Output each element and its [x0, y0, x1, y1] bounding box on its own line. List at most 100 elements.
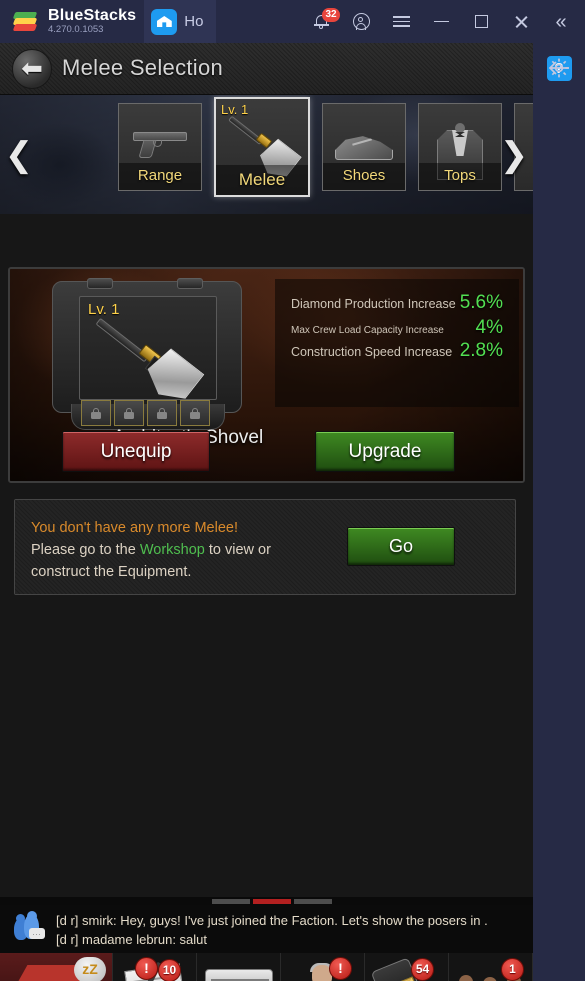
sidebar-back-button[interactable] [533, 43, 585, 93]
chat-message: [d r] smirk: Hey, guys! I've just joined… [56, 913, 488, 928]
notice-line-1: You don't have any more Melee! [31, 520, 238, 536]
stat-label: Max Crew Load Capacity Increase [291, 325, 444, 336]
category-level: Lv. 1 [221, 102, 249, 117]
maximize-button[interactable] [461, 0, 501, 43]
category-tile-tops[interactable]: Tops [418, 103, 502, 191]
notice-line-2-prefix: Please go to the [31, 542, 140, 558]
chat-channel-tab[interactable] [294, 899, 332, 904]
bluestacks-logo-icon [8, 0, 42, 43]
nav-item-faction[interactable]: 1 Faction [449, 953, 533, 981]
stat-row: Construction Speed Increase 2.8% [291, 340, 503, 362]
alert-badge: ! [135, 957, 158, 980]
game-viewport: ⬅ Melee Selection ❮ ❯ Range Lv. 1 Melee [0, 43, 533, 981]
menu-icon [392, 13, 410, 30]
equipped-item: Lv. 1 Architect's Shovel [52, 275, 263, 448]
minimize-icon [433, 20, 449, 23]
notice-text: You don't have any more Melee! Please go… [31, 517, 341, 583]
screen-header: ⬅ Melee Selection [0, 43, 533, 95]
nav-item-enforcers[interactable]: ! Enforcers [281, 953, 365, 981]
go-button[interactable]: Go [347, 527, 455, 566]
alert-badge: ! [329, 957, 352, 980]
gem-slot[interactable] [147, 400, 177, 426]
category-tile-shoes[interactable]: Shoes [322, 103, 406, 191]
chat-panel[interactable]: ... [d r] smirk: Hey, guys! I've just jo… [0, 905, 533, 953]
nav-item-tasks[interactable]: ! 10 Tasks [113, 953, 197, 981]
stat-row: Diamond Production Increase 5.6% [291, 292, 503, 314]
stat-label: Diamond Production Increase [291, 297, 456, 311]
category-tile-melee[interactable]: Lv. 1 Melee [214, 97, 310, 197]
stat-value: 4% [475, 317, 503, 338]
chat-message: [d r] madame lebrun: salut [56, 932, 208, 947]
app-branding: BlueStacks 4.270.0.1053 [48, 6, 137, 36]
stat-value: 2.8% [459, 340, 503, 361]
shovel-icon [95, 311, 206, 397]
gem-slot[interactable] [180, 400, 210, 426]
category-label: Tops [419, 163, 501, 190]
category-strip: ❮ ❯ Range Lv. 1 Melee Shoes Tops [0, 95, 533, 214]
menu-button[interactable] [381, 0, 421, 43]
window-tabs: Ho █ The [0, 0, 533, 981]
count-badge: 10 [158, 959, 181, 981]
lock-icon [91, 407, 101, 419]
chat-messages: [d r] smirk: Hey, guys! I've just joined… [56, 911, 526, 949]
item-level: Lv. 1 [88, 301, 120, 318]
app-name: BlueStacks [48, 6, 137, 24]
stat-row: Max Crew Load Capacity Increase 4% [291, 317, 503, 339]
nav-item-home[interactable]: zZ [0, 953, 113, 981]
gem-slot[interactable] [114, 400, 144, 426]
collapse-icon: « [555, 10, 567, 33]
tab-home-label: Ho [184, 13, 204, 30]
notifications-button[interactable]: 32 [301, 0, 341, 43]
workshop-link[interactable]: Workshop [140, 542, 205, 558]
title-bar: BlueStacks 4.270.0.1053 Ho █ The 32 [0, 0, 585, 981]
category-label: Shoes [323, 163, 405, 190]
maximize-icon [474, 15, 488, 28]
prev-category-button[interactable]: ❮ [4, 133, 34, 177]
tab-home[interactable]: Ho [144, 0, 217, 43]
account-button[interactable] [341, 0, 381, 43]
inventory-icon [205, 969, 273, 981]
stat-value: 5.6% [459, 292, 503, 313]
nav-item-mail[interactable]: 54 Mail [365, 953, 449, 981]
lock-icon [190, 407, 200, 419]
home-icon [151, 8, 178, 35]
unequip-button[interactable]: Unequip [62, 431, 210, 472]
close-icon [514, 14, 529, 29]
titlebar-actions: 32 « [301, 0, 585, 43]
category-tile-range[interactable]: Range [118, 103, 202, 191]
account-icon [352, 13, 370, 31]
back-button[interactable]: ⬅ [12, 49, 52, 89]
next-category-button[interactable]: ❯ [499, 133, 529, 177]
bluestacks-window: BlueStacks 4.270.0.1053 Ho █ The 32 [0, 0, 585, 981]
lock-icon [157, 407, 167, 419]
page-title: Melee Selection [62, 55, 224, 80]
notice-line-2: Please go to the Workshop to view or [31, 539, 341, 561]
gem-slot[interactable] [81, 400, 111, 426]
upgrade-button[interactable]: Upgrade [315, 431, 455, 472]
bluestacks-sidebar: APK [533, 43, 585, 981]
notification-badge: 32 [322, 8, 340, 22]
category-label: Melee [216, 165, 308, 195]
bottom-nav: zZ ! 10 Tasks Inventory ! Enforcers [0, 953, 533, 981]
back-arrow-icon: ⬅ [21, 53, 43, 83]
chat-channel-tabs [0, 897, 533, 905]
chat-bubble-icon: ... [29, 928, 45, 939]
back-icon [548, 61, 569, 75]
count-badge: 1 [501, 958, 524, 981]
count-badge: 54 [411, 958, 434, 981]
app-version: 4.270.0.1053 [48, 24, 104, 36]
nav-item-inventory[interactable]: Inventory [197, 953, 281, 981]
minimize-button[interactable] [421, 0, 461, 43]
category-label: Range [119, 163, 201, 190]
item-case: Lv. 1 [52, 278, 242, 430]
close-button[interactable] [501, 0, 541, 43]
notice-line-2-suffix: to view or [204, 542, 271, 558]
item-portrait[interactable]: Lv. 1 [79, 296, 217, 400]
chat-channel-tab-active[interactable] [253, 899, 291, 904]
chat-channel-tab[interactable] [212, 899, 250, 904]
collapse-sidebar-button[interactable]: « [541, 0, 581, 43]
item-stats-panel: Diamond Production Increase 5.6% Max Cre… [275, 279, 519, 407]
notice-line-3: construct the Equipment. [31, 564, 192, 580]
chat-group-icon: ... [12, 911, 46, 943]
sleep-badge: zZ [74, 957, 106, 981]
